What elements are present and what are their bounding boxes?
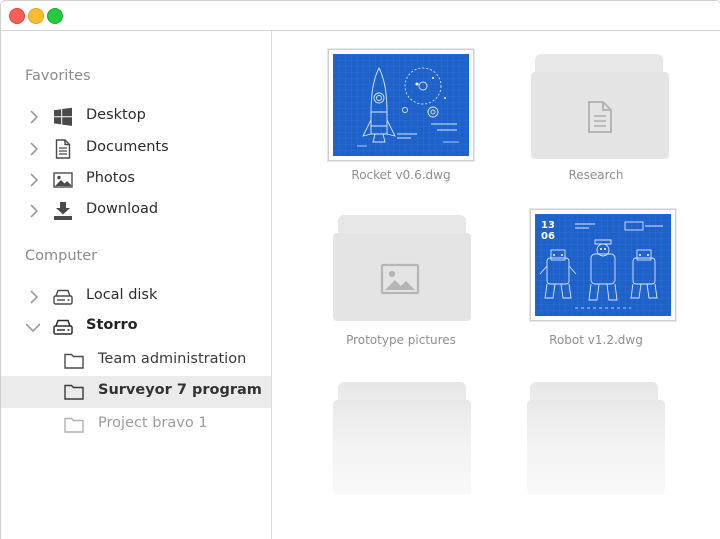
file-name: Rocket v0.6.dwg <box>351 168 451 182</box>
sidebar-item-label: Surveyor 7 program <box>98 382 262 398</box>
sidebar-item-download[interactable]: Download <box>1 195 271 227</box>
windows-icon <box>54 107 72 126</box>
sidebar-item-project-bravo-1[interactable]: Project bravo 1 <box>1 409 271 441</box>
sidebar-item-label: Storro <box>86 317 138 333</box>
file-name: Prototype pictures <box>346 333 456 347</box>
folder-body[interactable] <box>527 400 665 495</box>
chevron-down-icon[interactable] <box>26 320 40 334</box>
folder-body[interactable] <box>333 400 471 495</box>
blueprint-label: 06 <box>541 231 555 242</box>
sidebar-item-local-disk[interactable]: Local disk <box>1 281 271 313</box>
file-tile-prototype-pictures[interactable]: Prototype pictures <box>322 211 480 351</box>
sidebar-item-desktop[interactable]: Desktop <box>1 101 271 133</box>
sidebar-item-photos[interactable]: Photos <box>1 164 271 196</box>
rocket-blueprint-image <box>333 54 469 156</box>
document-icon <box>588 101 612 133</box>
sidebar-item-storro[interactable]: Storro <box>1 311 271 343</box>
file-name: Robot v1.2.dwg <box>549 333 643 347</box>
close-window-button[interactable] <box>9 8 25 24</box>
sidebar-item-label: Project bravo 1 <box>98 415 208 431</box>
sidebar-item-label: Desktop <box>86 107 146 123</box>
title-bar <box>1 1 720 31</box>
robot-blueprint-image: 13 06 <box>535 214 671 316</box>
file-tile-folder[interactable] <box>322 376 480 516</box>
file-tile-rocket[interactable]: Rocket v0.6.dwg <box>322 47 480 187</box>
maximize-window-button[interactable] <box>47 8 63 24</box>
folder-tab <box>338 215 466 235</box>
chevron-right-icon[interactable] <box>27 110 41 124</box>
sidebar-item-label: Documents <box>86 139 169 155</box>
chevron-right-icon[interactable] <box>27 290 41 304</box>
folder-icon <box>64 353 84 369</box>
sidebar-item-label: Team administration <box>98 351 247 367</box>
file-browser-window: Favorites Desktop Documents Photos Downl… <box>0 0 720 539</box>
favorites-heading: Favorites <box>25 68 91 84</box>
image-icon <box>380 263 420 295</box>
sidebar-item-team-administration[interactable]: Team administration <box>1 345 271 377</box>
folder-icon <box>64 384 84 400</box>
computer-heading: Computer <box>25 248 98 264</box>
image-icon <box>53 172 73 188</box>
sidebar: Favorites Desktop Documents Photos Downl… <box>1 31 272 539</box>
chevron-right-icon[interactable] <box>27 204 41 218</box>
sidebar-item-label: Download <box>86 201 159 217</box>
file-tile-research[interactable]: Research <box>520 47 672 187</box>
chevron-right-icon[interactable] <box>27 173 41 187</box>
sidebar-item-label: Photos <box>86 170 135 186</box>
file-thumbnail[interactable] <box>328 49 474 161</box>
file-tile-robot[interactable]: 13 06 Robot v1.2.dwg <box>520 209 676 351</box>
minimize-window-button[interactable] <box>28 8 44 24</box>
blueprint-label: 13 <box>541 220 555 231</box>
file-name: Research <box>568 168 624 182</box>
sidebar-item-surveyor-7-program[interactable]: Surveyor 7 program <box>1 376 271 408</box>
drive-icon <box>53 289 73 305</box>
drive-icon <box>53 319 73 335</box>
file-thumbnail[interactable]: 13 06 <box>530 209 676 321</box>
sidebar-item-label: Local disk <box>86 287 158 303</box>
sidebar-item-documents[interactable]: Documents <box>1 133 271 165</box>
file-tile-folder[interactable] <box>520 376 672 516</box>
folder-tab <box>535 54 663 74</box>
folder-tab <box>530 382 658 402</box>
file-grid: Rocket v0.6.dwg Research Prototype pictu… <box>272 31 720 539</box>
folder-tab <box>338 382 466 402</box>
folder-icon <box>64 417 84 433</box>
document-icon <box>55 139 71 159</box>
chevron-right-icon[interactable] <box>27 142 41 156</box>
download-icon <box>54 202 72 220</box>
